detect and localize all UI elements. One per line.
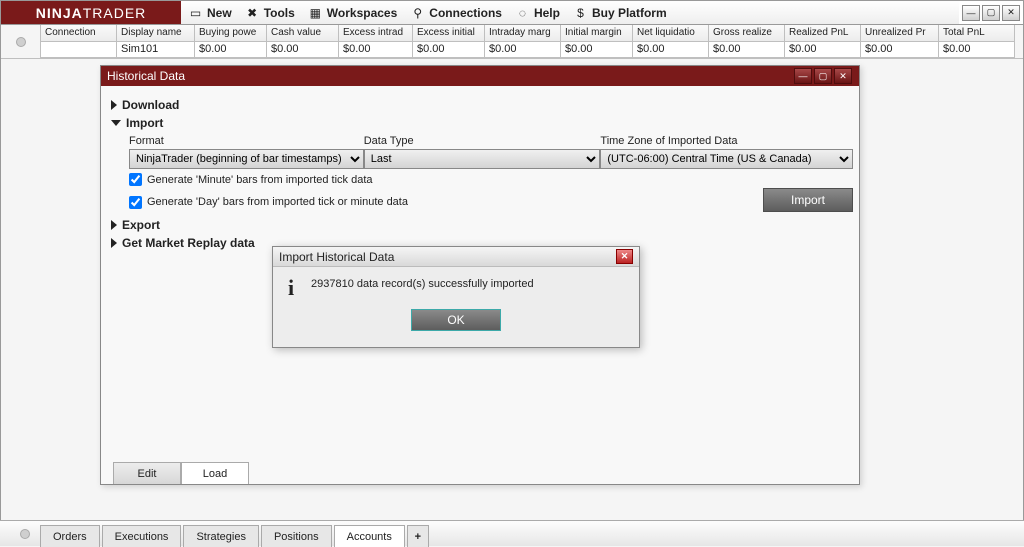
accordion-import[interactable]: Import — [111, 114, 853, 132]
status-dot-icon — [16, 37, 26, 47]
checkbox-input[interactable] — [129, 173, 142, 186]
hd-minimize-button[interactable]: — — [794, 68, 812, 84]
dialog-title: Import Historical Data — [279, 250, 394, 264]
tab-add[interactable]: + — [407, 525, 429, 547]
tab-load[interactable]: Load — [181, 462, 249, 484]
menu-workspaces[interactable]: ▦Workspaces — [309, 6, 397, 20]
help-icon: ◌ — [516, 6, 529, 19]
historical-data-title: Historical Data — [107, 69, 185, 83]
column-header[interactable]: Initial margin — [561, 25, 633, 42]
historical-data-titlebar[interactable]: Historical Data — ▢ ✕ — [101, 66, 859, 86]
cell[interactable]: $0.00 — [485, 42, 561, 59]
menu-buy-platform[interactable]: $Buy Platform — [574, 6, 667, 20]
generate-minute-checkbox[interactable]: Generate 'Minute' bars from imported tic… — [129, 173, 853, 186]
plug-icon: ⚲ — [411, 6, 424, 19]
tools-icon: ✖ — [246, 6, 259, 19]
tab-strategies[interactable]: Strategies — [183, 525, 259, 547]
cell[interactable]: $0.00 — [195, 42, 267, 59]
info-icon: i — [281, 275, 301, 301]
workspaces-icon: ▦ — [309, 6, 322, 19]
import-result-dialog: Import Historical Data ✕ i 2937810 data … — [272, 246, 640, 348]
dialog-close-button[interactable]: ✕ — [616, 249, 633, 264]
column-header[interactable]: Total PnL — [939, 25, 1015, 42]
datatype-select[interactable]: Last — [364, 149, 601, 169]
cell[interactable]: $0.00 — [939, 42, 1015, 59]
close-button[interactable]: ✕ — [1002, 5, 1020, 21]
chevron-right-icon — [111, 238, 117, 248]
accordion-download[interactable]: Download — [111, 96, 853, 114]
row-indicator — [1, 25, 41, 58]
chevron-right-icon — [111, 100, 117, 110]
cell[interactable]: $0.00 — [633, 42, 709, 59]
import-button[interactable]: Import — [763, 188, 853, 212]
hd-close-button[interactable]: ✕ — [834, 68, 852, 84]
logo-text-b: TRADER — [83, 5, 147, 21]
column-header[interactable]: Realized PnL — [785, 25, 861, 42]
minimize-button[interactable]: — — [962, 5, 980, 21]
cell[interactable]: Sim101 — [117, 42, 195, 59]
tab-positions[interactable]: Positions — [261, 525, 332, 547]
format-select[interactable]: NinjaTrader (beginning of bar timestamps… — [129, 149, 364, 169]
column-header[interactable]: Buying powe — [195, 25, 267, 42]
menu-tools[interactable]: ✖Tools — [246, 6, 295, 20]
dialog-titlebar[interactable]: Import Historical Data ✕ — [273, 247, 639, 267]
dialog-message: 2937810 data record(s) successfully impo… — [311, 275, 534, 301]
new-window-icon: ▭ — [189, 6, 202, 19]
cell[interactable]: $0.00 — [561, 42, 633, 59]
logo-text-a: NINJA — [36, 5, 83, 21]
timezone-select[interactable]: (UTC-06:00) Central Time (US & Canada) — [600, 149, 853, 169]
tab-executions[interactable]: Executions — [102, 525, 182, 547]
format-label: Format — [129, 135, 364, 147]
dollar-icon: $ — [574, 6, 587, 19]
cell[interactable] — [41, 42, 117, 59]
chevron-right-icon — [111, 220, 117, 230]
accounts-grid: ConnectionDisplay nameSim101Buying powe$… — [1, 25, 1023, 59]
column-header[interactable]: Gross realize — [709, 25, 785, 42]
accordion-export[interactable]: Export — [111, 216, 853, 234]
cell[interactable]: $0.00 — [413, 42, 485, 59]
import-form: Format NinjaTrader (beginning of bar tim… — [129, 135, 853, 212]
app-logo: NINJATRADER — [1, 1, 181, 24]
column-header[interactable]: Cash value — [267, 25, 339, 42]
timezone-label: Time Zone of Imported Data — [600, 135, 853, 147]
menu-new[interactable]: ▭New — [189, 6, 232, 20]
status-dot-icon — [20, 529, 30, 539]
cell[interactable]: $0.00 — [861, 42, 939, 59]
chevron-down-icon — [111, 120, 121, 126]
cell[interactable]: $0.00 — [267, 42, 339, 59]
column-header[interactable]: Excess initial — [413, 25, 485, 42]
ok-button[interactable]: OK — [411, 309, 501, 331]
generate-day-checkbox[interactable]: Generate 'Day' bars from imported tick o… — [129, 192, 408, 212]
hd-maximize-button[interactable]: ▢ — [814, 68, 832, 84]
tab-orders[interactable]: Orders — [40, 525, 100, 547]
menu-help[interactable]: ◌Help — [516, 6, 560, 20]
checkbox-input[interactable] — [129, 196, 142, 209]
main-menu: ▭New ✖Tools ▦Workspaces ⚲Connections ◌He… — [181, 1, 959, 24]
column-header[interactable]: Connection — [41, 25, 117, 42]
datatype-label: Data Type — [364, 135, 601, 147]
cell[interactable]: $0.00 — [709, 42, 785, 59]
maximize-button[interactable]: ▢ — [982, 5, 1000, 21]
tab-accounts[interactable]: Accounts — [334, 525, 405, 547]
menu-connections[interactable]: ⚲Connections — [411, 6, 502, 20]
footer-tabs: Orders Executions Strategies Positions A… — [0, 520, 1024, 546]
tab-edit[interactable]: Edit — [113, 462, 181, 484]
column-header[interactable]: Unrealized Pr — [861, 25, 939, 42]
column-header[interactable]: Net liquidatio — [633, 25, 709, 42]
column-header[interactable]: Intraday marg — [485, 25, 561, 42]
column-header[interactable]: Display name — [117, 25, 195, 42]
column-header[interactable]: Excess intrad — [339, 25, 413, 42]
window-controls: — ▢ ✕ — [959, 1, 1023, 24]
cell[interactable]: $0.00 — [785, 42, 861, 59]
cell[interactable]: $0.00 — [339, 42, 413, 59]
